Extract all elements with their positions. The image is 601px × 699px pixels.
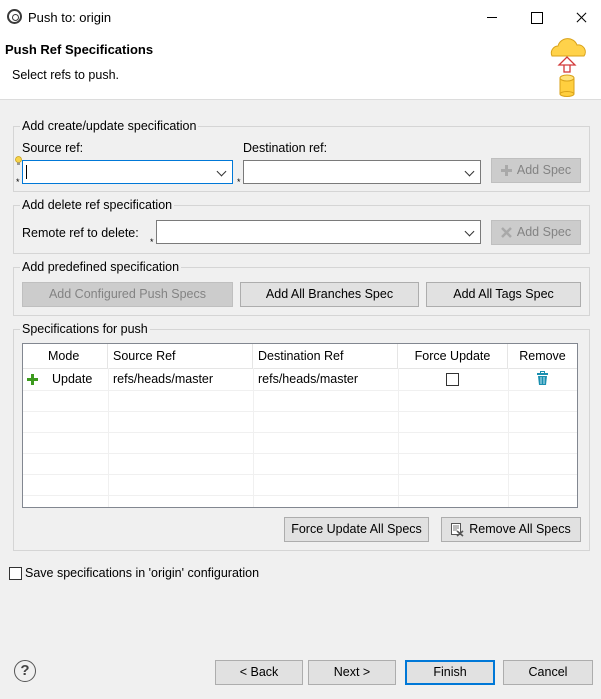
create-spec-legend: Add create/update specification (20, 119, 199, 133)
force-update-checkbox[interactable] (446, 373, 459, 386)
destination-ref-combo[interactable] (243, 160, 481, 184)
chevron-down-icon[interactable] (216, 166, 227, 177)
row-mode[interactable]: Update (52, 369, 92, 390)
row-source-ref[interactable]: refs/heads/master (113, 369, 213, 390)
add-spec-button[interactable]: Add Spec (491, 158, 581, 183)
remove-all-specs-label: Remove All Specs (469, 522, 571, 536)
save-config-checkbox[interactable] (9, 567, 22, 580)
cloud-upload-database-icon (550, 38, 586, 97)
add-delete-spec-label: Add Spec (516, 225, 572, 239)
required-marker-icon: * (16, 177, 20, 187)
column-divider (398, 368, 399, 507)
page-description: Select refs to push. (12, 68, 120, 82)
add-icon (500, 165, 512, 177)
delete-spec-legend: Add delete ref specification (20, 198, 175, 212)
trash-icon[interactable] (536, 371, 549, 386)
add-configured-push-specs-button[interactable]: Add Configured Push Specs (22, 282, 233, 307)
window-title: Push to: origin (28, 10, 112, 25)
specs-legend: Specifications for push (20, 322, 150, 336)
source-ref-combo[interactable] (22, 160, 233, 184)
finish-button[interactable]: Finish (405, 660, 495, 685)
next-button[interactable]: Next > (308, 660, 396, 685)
maximize-button[interactable] (514, 0, 559, 34)
chevron-down-icon[interactable] (464, 166, 475, 177)
add-all-tags-spec-button[interactable]: Add All Tags Spec (426, 282, 581, 307)
eclipse-icon (7, 9, 22, 24)
cancel-button[interactable]: Cancel (503, 660, 593, 685)
add-all-branches-spec-button[interactable]: Add All Branches Spec (240, 282, 419, 307)
remote-ref-label: Remote ref to delete: (22, 226, 139, 240)
page-title: Push Ref Specifications (5, 42, 154, 57)
predefined-spec-legend: Add predefined specification (20, 260, 182, 274)
required-marker-icon: * (237, 177, 241, 187)
column-header-force-update[interactable]: Force Update (398, 344, 508, 368)
wizard-header: Push Ref Specifications Select refs to p… (0, 34, 601, 100)
specs-table[interactable]: Mode Source Ref Destination Ref Force Up… (22, 343, 578, 508)
help-icon[interactable]: ? (14, 660, 36, 682)
add-spec-label: Add Spec (516, 163, 572, 177)
row-divider (23, 474, 577, 475)
force-update-all-specs-button[interactable]: Force Update All Specs (284, 517, 429, 542)
column-header-destination-ref[interactable]: Destination Ref (253, 344, 398, 368)
row-divider (23, 432, 577, 433)
row-divider (23, 495, 577, 496)
source-ref-label: Source ref: (22, 141, 84, 155)
title-bar: Push to: origin (0, 0, 601, 34)
add-delete-spec-button[interactable]: Add Spec (491, 220, 581, 245)
column-header-mode[interactable]: Mode (23, 344, 108, 368)
column-divider (108, 368, 109, 507)
row-destination-ref[interactable]: refs/heads/master (258, 369, 358, 390)
remote-ref-combo[interactable] (156, 220, 481, 244)
delete-x-icon (501, 227, 512, 239)
column-divider (508, 368, 509, 507)
column-header-remove[interactable]: Remove (508, 344, 577, 368)
row-divider (23, 390, 577, 391)
row-divider (23, 411, 577, 412)
back-button[interactable]: < Back (215, 660, 303, 685)
destination-ref-label: Destination ref: (243, 141, 328, 155)
content-assist-bulb-icon (15, 156, 22, 165)
column-header-source-ref[interactable]: Source Ref (108, 344, 253, 368)
close-button[interactable] (559, 0, 601, 34)
remove-all-specs-button[interactable]: Remove All Specs (441, 517, 581, 542)
column-divider (253, 368, 254, 507)
save-config-label[interactable]: Save specifications in 'origin' configur… (25, 566, 259, 580)
remove-all-icon (451, 522, 464, 537)
row-divider (23, 453, 577, 454)
required-marker-icon: * (150, 237, 154, 247)
add-icon (27, 374, 38, 385)
minimize-button[interactable] (470, 0, 515, 34)
text-cursor (26, 165, 27, 179)
chevron-down-icon[interactable] (464, 226, 475, 237)
